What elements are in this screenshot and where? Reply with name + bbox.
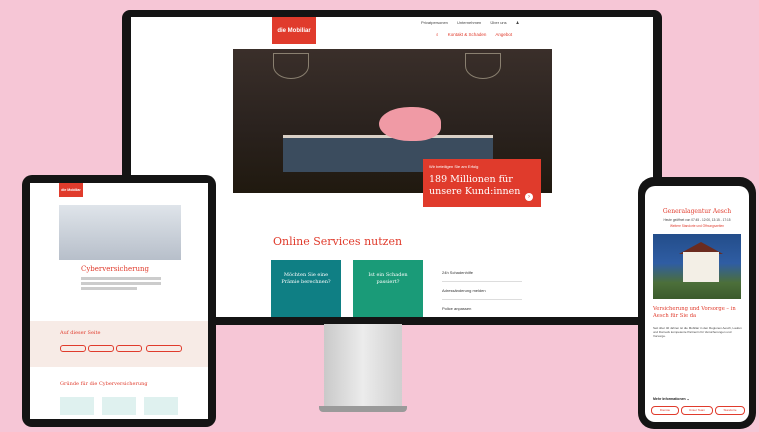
- chevron-down-icon: ⌄: [686, 397, 690, 401]
- monitor-stand: [324, 324, 402, 410]
- nav-ueber-uns[interactable]: Über uns: [490, 20, 506, 25]
- anchor-pill[interactable]: [60, 345, 86, 352]
- mobiliar-logo[interactable]: die Mobiliar: [59, 183, 83, 197]
- card-label: Ist ein Schaden passiert?: [368, 272, 408, 285]
- section-title: Auf dieser Seite: [60, 330, 101, 336]
- piggy-bank-icon: [379, 107, 441, 141]
- nav-unternehmen[interactable]: Unternehmen: [457, 20, 481, 25]
- pill-standorte[interactable]: Standorte: [715, 406, 745, 415]
- opening-hours: Heute geöffnet von 07:45 - 12:00, 13:15 …: [663, 218, 731, 222]
- premium-calculator-card[interactable]: Möchten Sie eine Prämie berechnen?: [271, 260, 341, 317]
- online-services-title: Online Services nutzen: [273, 235, 403, 248]
- user-icon[interactable]: ♟: [516, 20, 520, 25]
- building-facade: [683, 252, 719, 282]
- list-item[interactable]: 24h Schadenhilfe: [442, 264, 522, 282]
- nav-kontakt-schaden[interactable]: Kontakt & Schaden: [448, 32, 487, 37]
- promo-banner[interactable]: Wir beteiligen Sie am Erfolg 189 Million…: [423, 159, 541, 207]
- arrow-right-icon[interactable]: ›: [525, 193, 533, 201]
- top-navigation: Privatpersonen Unternehmen Über uns ♟: [421, 20, 527, 25]
- chandelier-icon: [465, 53, 501, 79]
- section-title: Versicherung und Vorsorge – in Aesch für…: [653, 306, 736, 319]
- intro-text-placeholder: [81, 277, 161, 290]
- pill-team[interactable]: Unser Team: [681, 406, 713, 415]
- chandelier-icon: [273, 53, 309, 79]
- search-icon[interactable]: ⌕: [436, 32, 439, 37]
- nav-privatpersonen[interactable]: Privatpersonen: [421, 20, 448, 25]
- list-item[interactable]: Adressänderung melden: [442, 282, 522, 300]
- agency-building-photo: [653, 234, 741, 299]
- reason-card[interactable]: [60, 397, 94, 415]
- claim-card[interactable]: Ist ein Schaden passiert?: [353, 260, 423, 317]
- main-navigation: ⌕ Kontakt & Schaden Angebot: [436, 32, 512, 37]
- nav-angebot[interactable]: Angebot: [495, 32, 512, 37]
- promo-kicker: Wir beteiligen Sie am Erfolg: [429, 164, 479, 169]
- service-list: 24h Schadenhilfe Adressänderung melden P…: [442, 264, 522, 317]
- list-item[interactable]: Police anpassen: [442, 300, 522, 317]
- anchor-pill[interactable]: [116, 345, 142, 352]
- section-title: Gründe für die Cyberversicherung: [60, 381, 148, 387]
- on-this-page-section: [30, 321, 208, 367]
- mobiliar-logo[interactable]: die Mobiliar: [272, 17, 316, 44]
- promo-headline: 189 Millionen für unsere Kund:innen: [429, 174, 521, 197]
- monitor-foot: [319, 406, 407, 412]
- agency-title: Generalagentur Aesch: [662, 208, 732, 215]
- reason-card[interactable]: [102, 397, 136, 415]
- tablet-screen: die Mobiliar Cyberversicherung Auf diese…: [30, 183, 208, 419]
- page-title: Cyberversicherung: [81, 265, 149, 273]
- anchor-pill[interactable]: [146, 345, 182, 352]
- more-info-toggle[interactable]: Mehr Informationen ⌄: [653, 397, 690, 401]
- phone-screen: Generalagentur Aesch Heute geöffnet von …: [645, 186, 749, 422]
- family-photo: [59, 205, 181, 260]
- locations-link[interactable]: Weitere Standorte und Öffnungszeiten: [645, 224, 749, 228]
- pill-dienste[interactable]: Dienste: [651, 406, 679, 415]
- card-label: Möchten Sie eine Prämie berechnen?: [281, 272, 331, 285]
- anchor-pill[interactable]: [88, 345, 114, 352]
- reason-card[interactable]: [144, 397, 178, 415]
- intro-paragraph: Seit über 40 Jahren ist die Mobiliar in …: [653, 326, 742, 338]
